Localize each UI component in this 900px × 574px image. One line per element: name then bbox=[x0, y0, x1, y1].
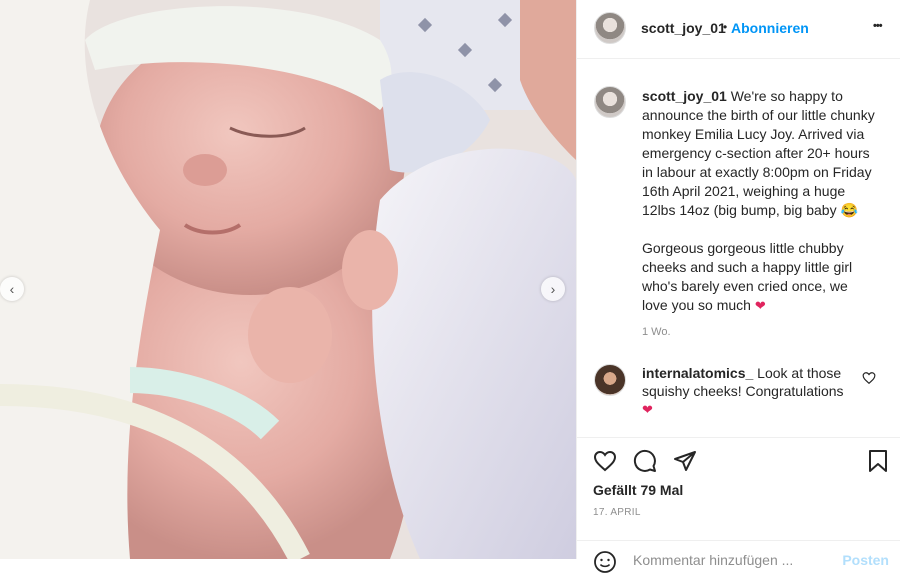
follow-button[interactable]: Abonnieren bbox=[731, 20, 809, 36]
like-count[interactable]: Gefällt 79 Mal bbox=[593, 482, 683, 498]
add-comment-bar: Kommentar hinzufügen ... Posten bbox=[577, 540, 900, 574]
avatar[interactable] bbox=[594, 12, 626, 44]
post-date: 17. APRIL bbox=[593, 507, 641, 518]
like-comment-heart-icon[interactable] bbox=[862, 371, 876, 385]
like-heart-icon[interactable] bbox=[593, 449, 617, 473]
carousel-next-button[interactable]: › bbox=[541, 277, 565, 301]
bookmark-icon[interactable] bbox=[867, 449, 889, 473]
commenter-avatar[interactable] bbox=[594, 364, 626, 396]
heart-emoji-icon: ❤ bbox=[754, 298, 766, 313]
caption-avatar[interactable] bbox=[594, 86, 626, 118]
carousel-prev-button[interactable]: ‹ bbox=[0, 277, 24, 301]
post-header: scott_joy_01 • Abonnieren ••• bbox=[577, 0, 900, 59]
heart-emoji-icon: ❤ bbox=[642, 402, 653, 417]
post-photo[interactable]: ‹ › bbox=[0, 0, 576, 559]
laughing-emoji-icon: 😂 bbox=[840, 202, 858, 218]
baby-photo-image bbox=[0, 0, 576, 559]
post-sidebar: scott_joy_01 • Abonnieren ••• scott_joy_… bbox=[576, 0, 900, 573]
caption-text: We're so happy to announce the birth of … bbox=[642, 88, 875, 218]
comment-item: internalatomics_ Look at those squishy c… bbox=[642, 364, 852, 419]
chevron-right-icon: › bbox=[550, 281, 556, 297]
comment-bubble-icon[interactable] bbox=[633, 449, 657, 473]
post-time-ago[interactable]: 1 Wo. bbox=[642, 326, 671, 338]
post-comment-button[interactable]: Posten bbox=[842, 552, 889, 568]
emoji-smiley-icon[interactable] bbox=[593, 550, 617, 574]
comment-username[interactable]: internalatomics_ bbox=[642, 365, 753, 381]
post-caption: scott_joy_01 We're so happy to announce … bbox=[642, 87, 877, 315]
chevron-left-icon: ‹ bbox=[9, 281, 15, 297]
caption-text-2: Gorgeous gorgeous little chubby cheeks a… bbox=[642, 240, 853, 313]
comment-input[interactable]: Kommentar hinzufügen ... bbox=[633, 552, 793, 568]
follow-separator: • bbox=[723, 20, 728, 34]
share-paper-plane-icon[interactable] bbox=[673, 449, 697, 473]
caption-username[interactable]: scott_joy_01 bbox=[642, 88, 727, 104]
author-username[interactable]: scott_joy_01 bbox=[641, 20, 726, 36]
more-options-icon[interactable]: ••• bbox=[873, 20, 883, 32]
post-actions: Gefällt 79 Mal 17. APRIL Kommentar hinzu… bbox=[577, 437, 900, 573]
